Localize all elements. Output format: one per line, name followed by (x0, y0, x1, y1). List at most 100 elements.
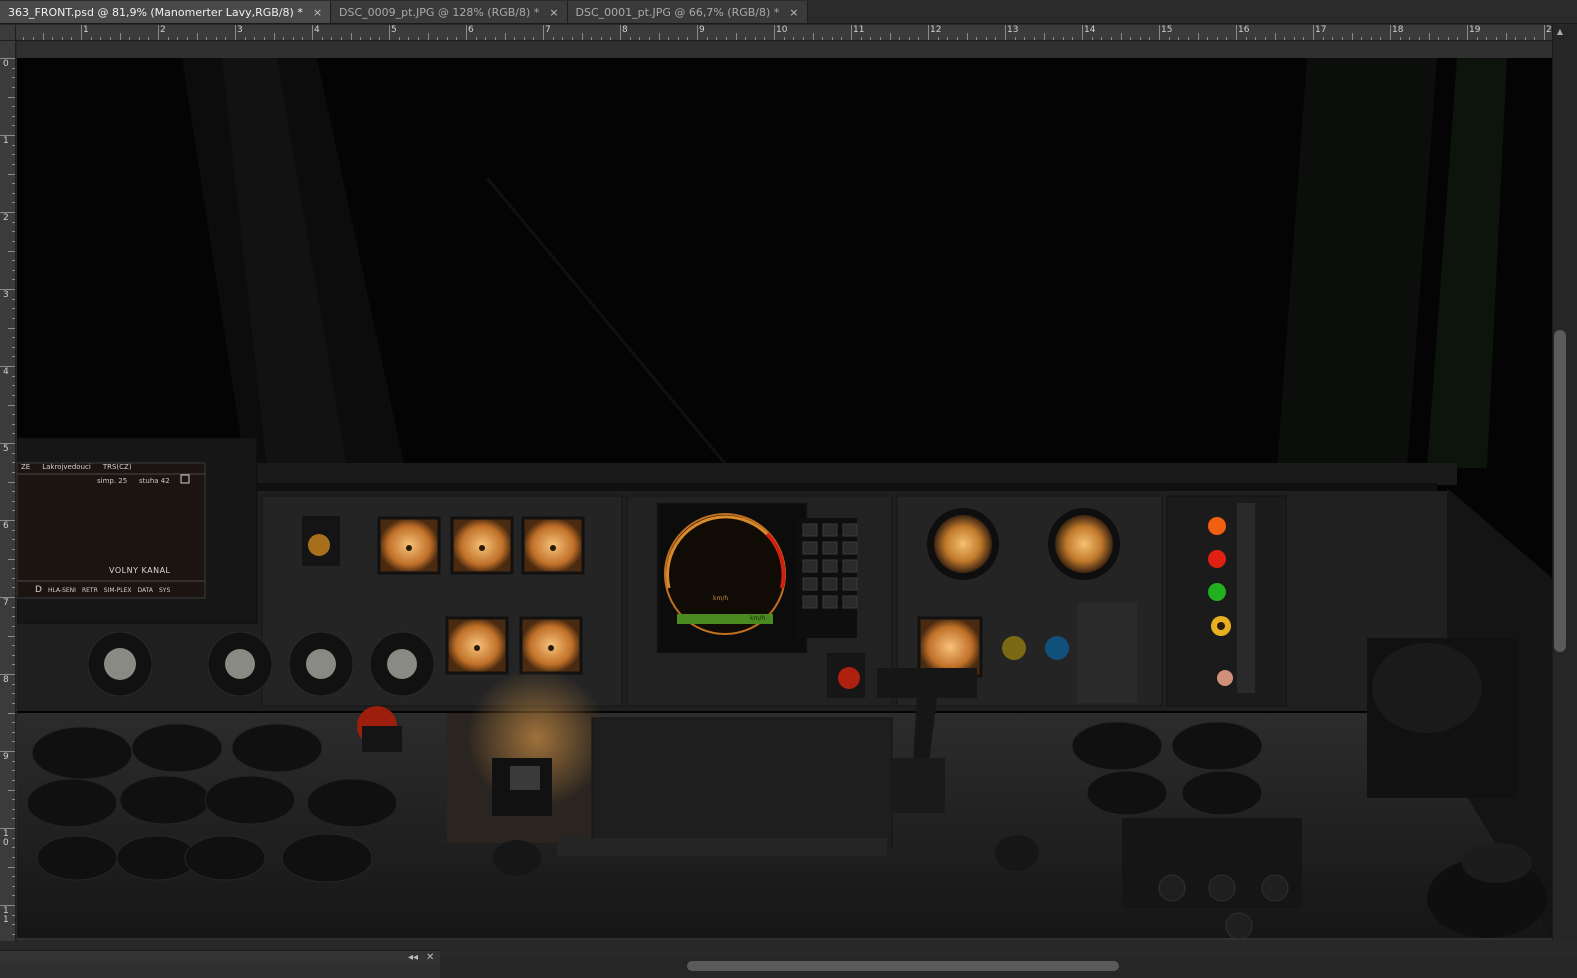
screen-softkey: SIM-PLEX (103, 586, 132, 594)
ruler-minor-tick (129, 37, 131, 40)
ruler-minor-tick (12, 471, 15, 473)
ruler-minor-tick (716, 37, 718, 40)
ruler-minor-tick (12, 240, 15, 242)
ruler-minor-tick (12, 616, 15, 618)
ruler-label: 10 (3, 829, 9, 848)
ruler-minor-tick (100, 37, 102, 40)
ruler-minor-tick (764, 37, 766, 40)
vertical-ruler[interactable]: 0 1 2 3 4 5 6 7 8 9 10 11 (0, 41, 16, 941)
ruler-minor-tick (12, 279, 15, 281)
ruler-minor-tick (12, 260, 15, 262)
ruler-minor-tick (12, 385, 15, 387)
ruler-minor-tick (8, 558, 15, 560)
tab-dsc-0009[interactable]: DSC_0009_pt.JPG @ 128% (RGB/8) * × (331, 1, 568, 23)
ruler-minor-tick (12, 625, 15, 627)
ruler-minor-tick (12, 183, 15, 185)
ruler-minor-tick (831, 37, 833, 40)
ruler-minor-tick (1197, 33, 1199, 40)
ruler-minor-tick (1515, 37, 1517, 40)
ruler-major-tick (928, 25, 929, 40)
ruler-minor-tick (12, 645, 15, 647)
ruler-minor-tick (706, 37, 708, 40)
ruler-major-tick (1236, 25, 1237, 40)
ruler-minor-tick (12, 394, 15, 396)
ruler-minor-tick (12, 664, 15, 666)
ruler-minor-tick (196, 33, 198, 40)
ruler-minor-tick (138, 37, 140, 40)
ruler-minor-tick (23, 37, 25, 40)
ruler-minor-tick (12, 808, 15, 810)
ruler-minor-tick (12, 770, 15, 772)
close-icon[interactable]: × (549, 6, 558, 19)
ruler-minor-tick (273, 33, 275, 40)
ruler-minor-tick (12, 548, 15, 550)
ruler-minor-tick (379, 37, 381, 40)
close-icon[interactable]: ✕ (426, 951, 434, 965)
ruler-major-tick (697, 25, 698, 40)
vertical-scroll-thumb[interactable] (1554, 330, 1566, 652)
horizontal-ruler[interactable]: 1234567891011121314151617181920 (16, 25, 1552, 41)
horizontal-scroll-thumb[interactable] (687, 961, 1119, 971)
ruler-minor-tick (12, 414, 15, 416)
collapse-panel-icon[interactable]: ◂◂ (408, 951, 418, 965)
ruler-label: 9 (699, 25, 705, 35)
ruler-major-tick (312, 25, 313, 40)
canvas-area[interactable]: ZE Lakrojvedouci TRS(CZ) simp. 25 stuha … (17, 42, 1552, 940)
ruler-minor-tick (12, 423, 15, 425)
ruler-origin[interactable] (0, 25, 16, 41)
ruler-minor-tick (12, 731, 15, 733)
ruler-minor-tick (12, 856, 15, 858)
chevron-up-icon[interactable]: ▲ (1555, 27, 1565, 37)
ruler-major-tick (543, 25, 544, 40)
ruler-minor-tick (12, 67, 15, 69)
ruler-minor-tick (494, 37, 496, 40)
ruler-label: 0 (3, 59, 9, 69)
ruler-major-tick (81, 25, 82, 40)
ruler-minor-tick (12, 125, 15, 127)
ruler-minor-tick (8, 404, 15, 406)
ruler-major-tick (1467, 25, 1468, 40)
ruler-minor-tick (1101, 37, 1103, 40)
ruler-minor-tick (1062, 37, 1064, 40)
ruler-minor-tick (61, 37, 63, 40)
ruler-minor-tick (1274, 33, 1276, 40)
tab-label: DSC_0001_pt.JPG @ 66,7% (RGB/8) * (575, 5, 780, 19)
ruler-minor-tick (1255, 37, 1257, 40)
ruler-minor-tick (1110, 37, 1112, 40)
ruler-minor-tick (1361, 37, 1363, 40)
ruler-minor-tick (793, 37, 795, 40)
ruler-minor-tick (42, 33, 44, 40)
ruler-minor-tick (456, 37, 458, 40)
close-icon[interactable]: × (313, 6, 322, 19)
ruler-minor-tick (1534, 37, 1536, 40)
ruler-minor-tick (610, 37, 612, 40)
ruler-minor-tick (215, 37, 217, 40)
ruler-minor-tick (1245, 37, 1247, 40)
tab-363-front[interactable]: 363_FRONT.psd @ 81,9% (Manomerter Lavy,R… (0, 1, 332, 23)
ruler-minor-tick (12, 491, 15, 493)
document-image[interactable]: ZE Lakrojvedouci TRS(CZ) simp. 25 stuha … (17, 58, 1552, 938)
ruler-major-tick (1159, 25, 1160, 40)
ruler-minor-tick (956, 37, 958, 40)
ruler-label: 5 (391, 25, 397, 35)
ruler-minor-tick (71, 37, 73, 40)
speedo-bar-label: km/h (750, 615, 766, 622)
ruler-label: 5 (3, 444, 9, 454)
ruler-minor-tick (398, 37, 400, 40)
ruler-label: 19 (1469, 25, 1481, 35)
ruler-label: 3 (3, 290, 9, 300)
ruler-minor-tick (12, 760, 15, 762)
close-icon[interactable]: × (789, 6, 798, 19)
ruler-minor-tick (1178, 37, 1180, 40)
ruler-minor-tick (12, 741, 15, 743)
ruler-minor-tick (1207, 37, 1209, 40)
ruler-minor-tick (8, 250, 15, 252)
screen-simp-label: simp. 25 (97, 477, 128, 485)
ruler-minor-tick (12, 693, 15, 695)
ruler-minor-tick (427, 33, 429, 40)
ruler-major-tick (1005, 25, 1006, 40)
ruler-minor-tick (52, 37, 54, 40)
ruler-minor-tick (12, 702, 15, 704)
ruler-minor-tick (8, 173, 15, 175)
tab-dsc-0001[interactable]: DSC_0001_pt.JPG @ 66,7% (RGB/8) * × (567, 1, 808, 23)
